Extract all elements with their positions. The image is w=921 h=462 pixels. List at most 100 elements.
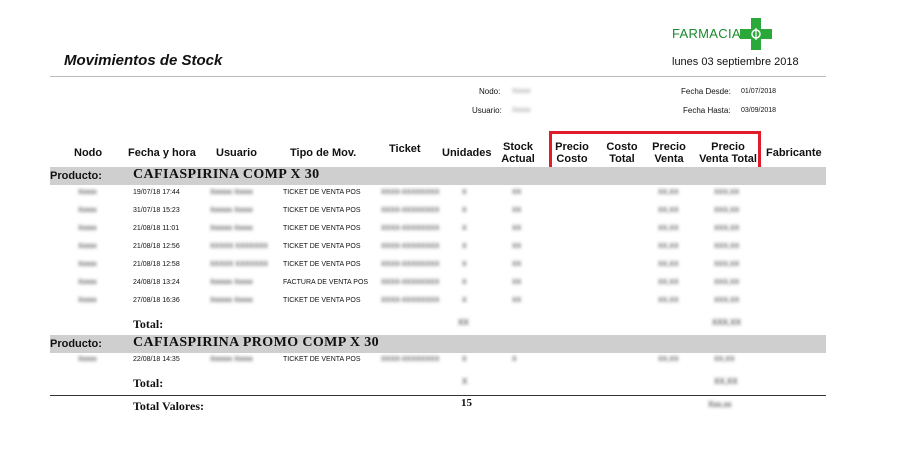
report-date: lunes 03 septiembre 2018	[672, 56, 799, 68]
cell-stock: X	[512, 356, 517, 363]
product-name: CAFIASPIRINA PROMO COMP X 30	[133, 335, 380, 350]
cell-unidades: X	[462, 225, 467, 232]
total-valores-unidades: 15	[461, 397, 472, 409]
col-stock-line1: Stock	[503, 141, 533, 153]
usuario-value: Xxxxx	[512, 107, 531, 114]
product-total-unidades: XX	[458, 318, 469, 327]
product-name: CAFIASPIRINA COMP X 30	[133, 167, 320, 182]
total-valores-venta: Xxx,xx	[708, 400, 732, 409]
cell-ticket: XXXX-XXXXXXXX	[381, 189, 440, 196]
fecha-hasta-label: Fecha Hasta:	[683, 106, 731, 115]
cell-nodo: Xxxxx	[78, 189, 97, 196]
usuario-label: Usuario:	[472, 106, 502, 115]
cell-fecha: 21/08/18 11:01	[133, 225, 180, 232]
col-stock: Stock Actual	[500, 141, 536, 165]
col-stock-line2: Actual	[501, 153, 535, 165]
cell-nodo: Xxxxx	[78, 297, 97, 304]
cell-stock: XX	[512, 225, 522, 232]
cell-tipo: TICKET DE VENTA POS	[283, 189, 361, 196]
cell-stock: XX	[512, 243, 522, 250]
cell-precio-venta: XX,XX	[658, 189, 679, 196]
cell-usuario: Xxxxxx Xxxxx	[210, 225, 253, 232]
cell-fecha: 22/08/18 14:35	[133, 356, 180, 363]
cell-precio-venta: XX,XX	[658, 356, 679, 363]
nodo-value: Xxxxx	[512, 88, 531, 95]
cell-tipo: FACTURA DE VENTA POS	[283, 279, 369, 286]
cell-pvt: XXX,XX	[714, 297, 740, 304]
col-nodo: Nodo	[74, 147, 103, 159]
cell-usuario: XXXXX XXXXXXX	[210, 243, 268, 250]
product-total-label: Total:	[133, 317, 164, 331]
cell-nodo: Xxxxx	[78, 356, 97, 363]
col-tipo: Tipo de Mov.	[290, 147, 357, 159]
cell-pvt: XXX,XX	[714, 279, 740, 286]
cell-pvt: XX,XX	[714, 356, 735, 363]
cell-ticket: XXXX-XXXXXXXX	[381, 279, 440, 286]
cell-nodo: Xxxxx	[78, 225, 97, 232]
cell-precio-venta: XX,XX	[658, 297, 679, 304]
cell-tipo: TICKET DE VENTA POS	[283, 356, 361, 363]
cell-usuario: Xxxxxx Xxxxx	[210, 189, 253, 196]
fecha-desde-label: Fecha Desde:	[681, 87, 731, 96]
cell-stock: XX	[512, 297, 522, 304]
cell-stock: XX	[512, 189, 522, 196]
cell-ticket: XXXX-XXXXXXXX	[381, 225, 440, 232]
cell-pvt: XXX,XX	[714, 243, 740, 250]
col-ticket: Ticket	[389, 143, 421, 155]
cell-ticket: XXXX-XXXXXXXX	[381, 207, 440, 214]
cell-usuario: XXXXX XXXXXXX	[210, 261, 268, 268]
total-valores-label: Total Valores:	[133, 399, 205, 413]
cell-ticket: XXXX-XXXXXXXX	[381, 243, 440, 250]
cell-unidades: X	[462, 356, 467, 363]
cell-nodo: Xxxxx	[78, 207, 97, 214]
cell-tipo: TICKET DE VENTA POS	[283, 297, 361, 304]
cell-tipo: TICKET DE VENTA POS	[283, 207, 361, 214]
cell-tipo: TICKET DE VENTA POS	[283, 243, 361, 250]
price-columns-highlight	[549, 131, 761, 171]
cell-pvt: XXX,XX	[714, 261, 740, 268]
cell-precio-venta: XX,XX	[658, 207, 679, 214]
col-fabricante: Fabricante	[766, 147, 822, 159]
fecha-desde-value: 01/07/2018	[741, 88, 777, 95]
report-title: Movimientos de Stock	[64, 52, 223, 69]
nodo-label: Nodo:	[479, 87, 501, 96]
product-total-venta: XXX,XX	[712, 318, 741, 327]
cell-ticket: XXXX-XXXXXXXX	[381, 261, 440, 268]
cell-unidades: X	[462, 279, 467, 286]
cell-tipo: TICKET DE VENTA POS	[283, 225, 361, 232]
cell-fecha: 31/07/18 15:23	[133, 207, 180, 214]
cell-tipo: TICKET DE VENTA POS	[283, 261, 361, 268]
col-usuario: Usuario	[216, 147, 257, 159]
cell-stock: XX	[512, 207, 522, 214]
product-total-unidades: X	[462, 377, 468, 386]
cell-ticket: XXXX-XXXXXXXX	[381, 356, 440, 363]
cell-ticket: XXXX-XXXXXXXX	[381, 297, 440, 304]
cell-pvt: XXX,XX	[714, 207, 740, 214]
cell-precio-venta: XX,XX	[658, 243, 679, 250]
cell-unidades: X	[462, 207, 467, 214]
cell-nodo: Xxxxx	[78, 243, 97, 250]
totals-divider	[50, 395, 826, 396]
cell-unidades: X	[462, 243, 467, 250]
header-divider	[50, 76, 826, 77]
cell-precio-venta: XX,XX	[658, 261, 679, 268]
product-label: Producto:	[50, 170, 102, 182]
cell-fecha: 24/08/18 13:24	[133, 279, 180, 286]
cell-usuario: Xxxxxx Xxxxx	[210, 297, 253, 304]
cell-usuario: Xxxxxx Xxxxx	[210, 279, 253, 286]
cell-pvt: XXX,XX	[714, 189, 740, 196]
pharmacy-cross-icon	[740, 18, 772, 50]
logo-text: FARMACIA	[672, 26, 741, 41]
cell-fecha: 19/07/18 17:44	[133, 189, 180, 196]
cell-fecha: 21/08/18 12:56	[133, 243, 180, 250]
cell-unidades: X	[462, 261, 467, 268]
cell-pvt: XXX,XX	[714, 225, 740, 232]
cell-fecha: 27/08/18 16:36	[133, 297, 180, 304]
cell-unidades: X	[462, 189, 467, 196]
cell-usuario: Xxxxxx Xxxxx	[210, 207, 253, 214]
col-unidades: Unidades	[442, 147, 492, 159]
cell-precio-venta: XX,XX	[658, 225, 679, 232]
cell-nodo: Xxxxx	[78, 261, 97, 268]
cell-unidades: X	[462, 297, 467, 304]
product-total-label: Total:	[133, 376, 164, 390]
